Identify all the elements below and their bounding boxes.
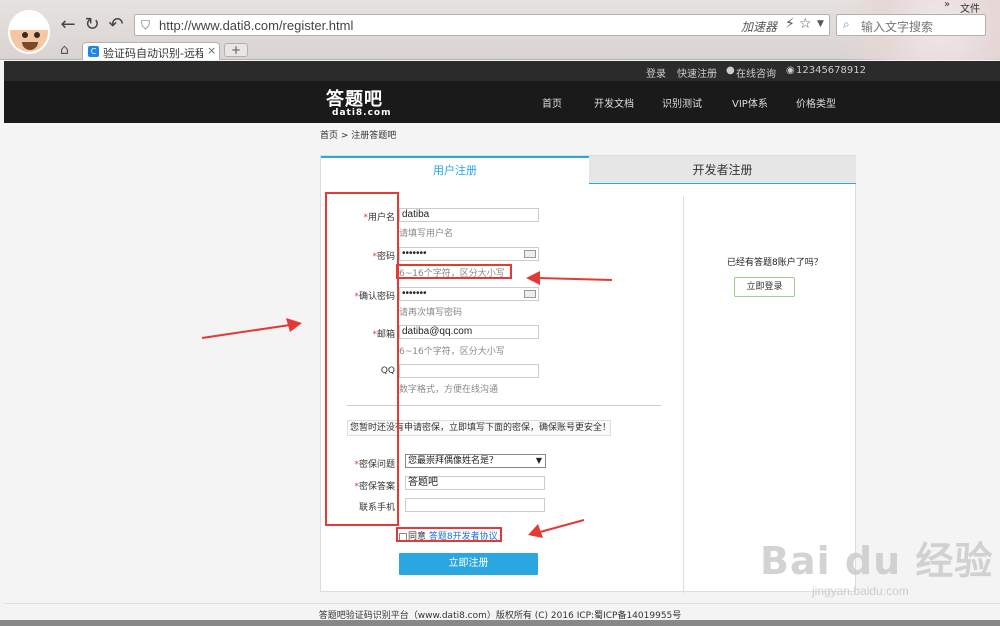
arrow-to-labels: [201, 318, 302, 339]
baidu-watermark: Bai du 经验: [760, 539, 994, 583]
bottom-strip: [0, 620, 1000, 626]
baidu-watermark-sub: jingyan.baidu.com: [812, 584, 909, 598]
arrow-to-agreement: [528, 519, 585, 538]
footer-divider: [4, 603, 1000, 604]
arrow-to-password-hint: [526, 271, 613, 285]
